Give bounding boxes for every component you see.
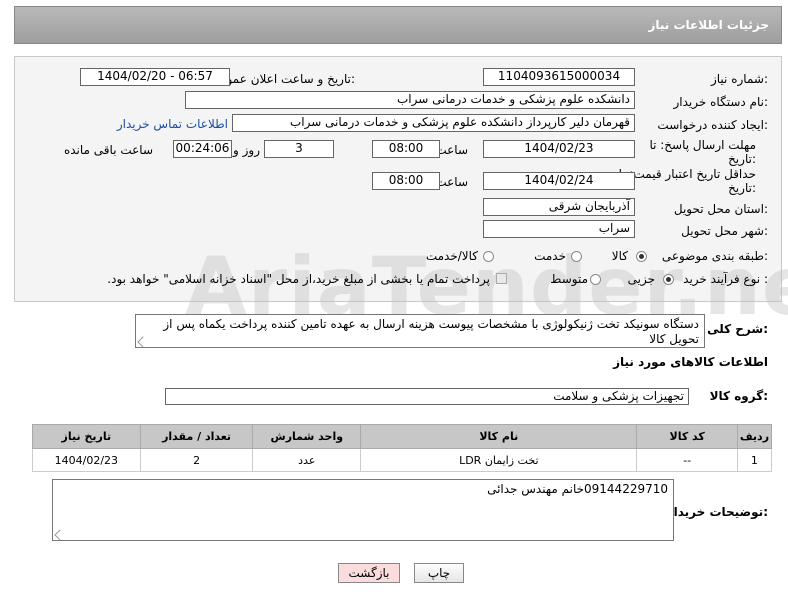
category-option-service: خدمت bbox=[534, 249, 566, 263]
city-label: شهر محل تحویل: bbox=[681, 224, 768, 238]
remaining-time-field[interactable]: 00:24:06 bbox=[173, 140, 232, 158]
col-code-header: کد کالا bbox=[636, 424, 738, 449]
process-radio-medium[interactable] bbox=[590, 274, 601, 285]
print-button[interactable]: چاپ bbox=[414, 563, 464, 583]
price-validity-label: حداقل تاریخ اعتبار قیمت: تا تاریخ: bbox=[618, 167, 756, 195]
announce-label: تاریخ و ساعت اعلان عمومی: bbox=[210, 72, 355, 86]
days-label: روز و bbox=[233, 143, 260, 157]
need-number-field[interactable]: 1104093615000034 bbox=[483, 68, 635, 86]
process-label: نوع فرآیند خرید : bbox=[683, 272, 768, 286]
goods-group-field[interactable]: تجهیزات پزشکی و سلامت bbox=[165, 388, 689, 405]
description-textarea[interactable]: دستگاه سونیکد تخت ژنیکولوژی با مشخصات پی… bbox=[135, 314, 705, 348]
requester-field[interactable]: قهرمان دلیر کارپرداز دانشکده علوم پزشکی … bbox=[232, 114, 635, 132]
category-option-goods-service: کالا/خدمت bbox=[425, 249, 478, 263]
cell-qty: 2 bbox=[139, 448, 254, 472]
reply-days-field[interactable]: 3 bbox=[264, 140, 334, 158]
category-radio-service[interactable] bbox=[571, 251, 582, 262]
need-number-label: شماره نیاز: bbox=[710, 72, 768, 86]
category-option-goods: کالا bbox=[611, 249, 628, 263]
announce-datetime-field[interactable]: 1404/02/20 - 06:57 bbox=[80, 68, 230, 86]
category-radio-goods-service[interactable] bbox=[483, 251, 494, 262]
page-header: جزئیات اطلاعات نیاز bbox=[14, 6, 782, 44]
buyer-notes-label: توضیحات خریدار: bbox=[666, 505, 768, 519]
buyer-org-label: نام دستگاه خریدار: bbox=[673, 95, 769, 109]
reply-time-field[interactable]: 08:00 bbox=[372, 140, 440, 158]
price-time-field[interactable]: 08:00 bbox=[372, 172, 440, 190]
items-table: ردیف کد کالا نام کالا واحد شمارش تعداد /… bbox=[32, 424, 773, 472]
price-date-field[interactable]: 1404/02/24 bbox=[483, 172, 635, 190]
requester-label: ایجاد کننده درخواست: bbox=[657, 118, 768, 132]
process-radio-minor[interactable] bbox=[663, 274, 674, 285]
table-row[interactable]: 1 -- تخت زایمان LDR عدد 2 1404/02/23 bbox=[32, 448, 773, 472]
reply-time-label: ساعت bbox=[435, 143, 468, 157]
buyer-contact-link[interactable]: اطلاعات تماس خریدار bbox=[117, 117, 228, 131]
remaining-label: ساعت باقی مانده bbox=[63, 143, 153, 157]
process-option-medium: متوسط bbox=[550, 272, 588, 286]
cell-unit: عدد bbox=[252, 448, 362, 472]
category-label: طبقه بندی موضوعی: bbox=[661, 249, 768, 263]
goods-group-label: گروه کالا: bbox=[709, 389, 768, 403]
price-time-label: ساعت bbox=[435, 175, 468, 189]
process-option-minor: جزیی bbox=[627, 272, 655, 286]
province-field[interactable]: آذربایجان شرقی bbox=[483, 198, 635, 216]
cell-row: 1 bbox=[736, 448, 773, 472]
cell-name: تخت زایمان LDR bbox=[360, 448, 638, 472]
col-name-header: نام کالا bbox=[360, 424, 638, 449]
category-radio-goods[interactable] bbox=[636, 251, 647, 262]
cell-code: -- bbox=[636, 448, 738, 472]
payment-note: پرداخت تمام یا بخشی از مبلغ خرید،از محل … bbox=[107, 272, 490, 286]
col-date-header: تاریخ نیاز bbox=[32, 424, 141, 449]
city-field[interactable]: سراب bbox=[483, 220, 635, 238]
back-button[interactable]: بازگشت bbox=[338, 563, 400, 583]
treasury-payment-checkbox[interactable] bbox=[496, 273, 507, 284]
col-row-header: ردیف bbox=[736, 424, 773, 449]
reply-date-field[interactable]: 1404/02/23 bbox=[483, 140, 635, 158]
cell-date: 1404/02/23 bbox=[32, 448, 141, 472]
buyer-notes-textarea[interactable]: 09144229710خانم مهندس جدائی bbox=[52, 479, 674, 541]
page-title: جزئیات اطلاعات نیاز bbox=[648, 18, 769, 32]
items-table-header: ردیف کد کالا نام کالا واحد شمارش تعداد /… bbox=[32, 424, 773, 449]
province-label: استان محل تحویل: bbox=[673, 202, 768, 216]
buyer-org-field[interactable]: دانشکده علوم پزشکی و خدمات درمانی سراب bbox=[185, 91, 635, 109]
reply-deadline-label: مهلت ارسال پاسخ: تا تاریخ: bbox=[649, 138, 756, 166]
col-qty-header: تعداد / مقدار bbox=[139, 424, 254, 449]
goods-section-title: اطلاعات کالاهای مورد نیاز bbox=[613, 355, 768, 369]
col-unit-header: واحد شمارش bbox=[252, 424, 362, 449]
